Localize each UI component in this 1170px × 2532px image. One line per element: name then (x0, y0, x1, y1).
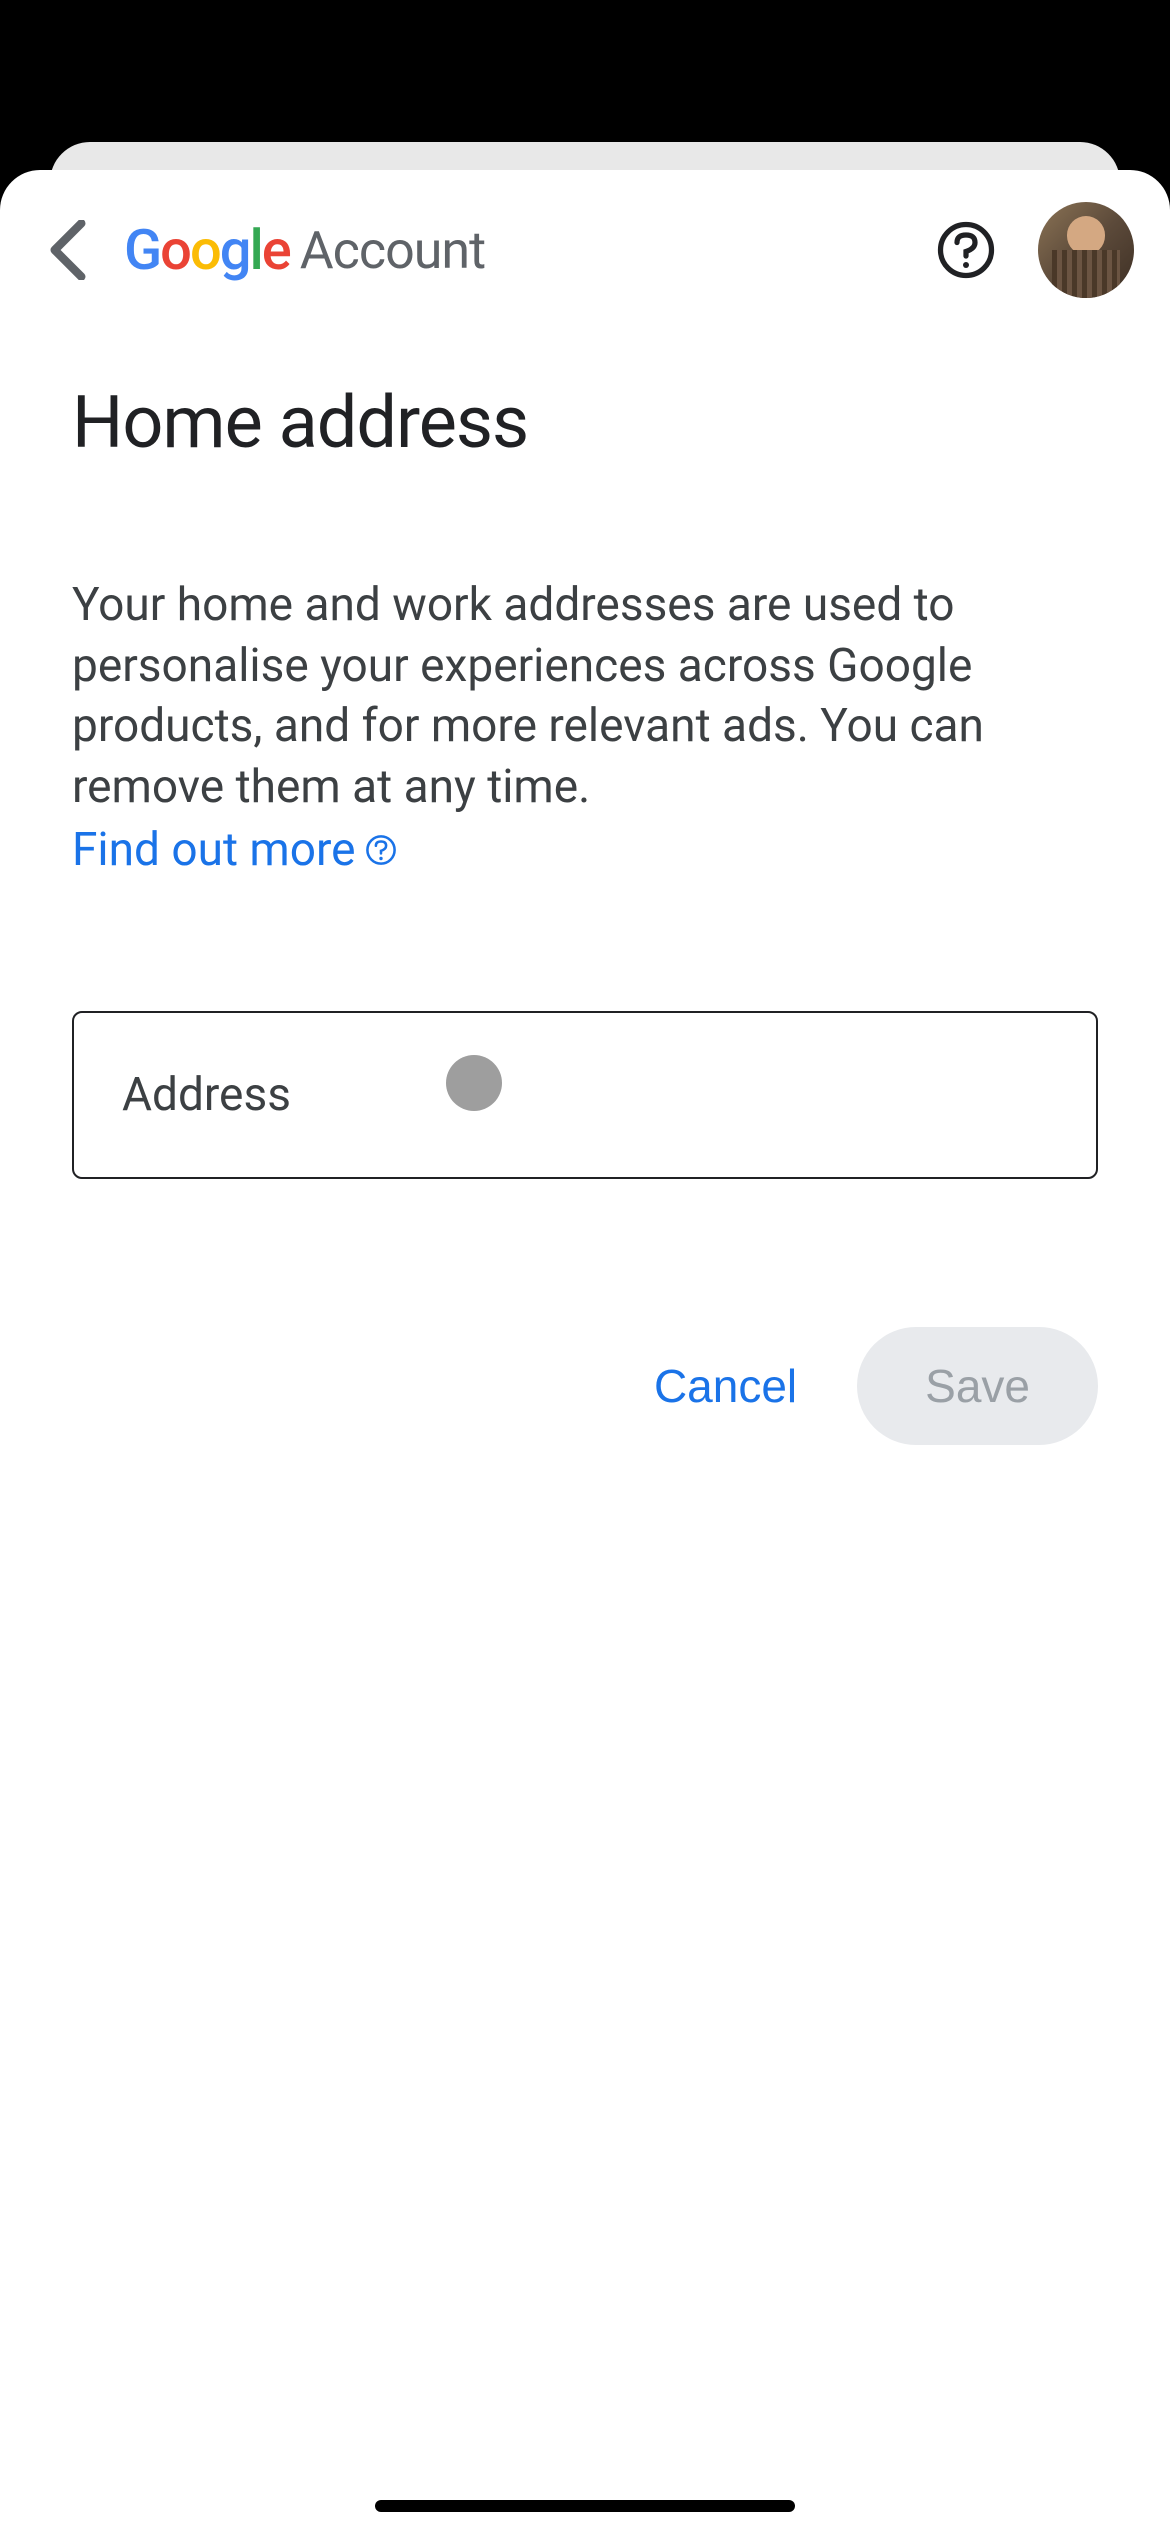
address-input-label: Address (122, 1068, 291, 1122)
account-label: Account (300, 220, 485, 281)
address-field-container: Address (72, 1011, 1098, 1179)
profile-avatar[interactable] (1038, 202, 1134, 298)
description-text: Your home and work addresses are used to… (72, 578, 984, 814)
help-circle-icon (936, 220, 996, 280)
learn-more-link[interactable]: Find out more (72, 820, 398, 881)
touch-indicator (446, 1055, 502, 1111)
help-button[interactable] (930, 214, 1002, 286)
save-button[interactable]: Save (857, 1327, 1098, 1445)
home-indicator[interactable] (375, 2500, 795, 2512)
address-input-box[interactable]: Address (72, 1011, 1098, 1179)
google-logo-text: Google (124, 217, 290, 283)
learn-more-text: Find out more (72, 820, 356, 881)
chevron-left-icon (48, 220, 88, 280)
back-button[interactable] (36, 218, 100, 282)
content-area: Home address Your home and work addresse… (0, 300, 1170, 1445)
action-buttons: Cancel Save (72, 1327, 1098, 1445)
help-circle-small-icon (364, 833, 398, 867)
google-account-logo: Google Account (124, 217, 485, 283)
header: Google Account (0, 170, 1170, 300)
main-sheet: Google Account Home address Your home an… (0, 170, 1170, 2532)
page-description: Your home and work addresses are used to… (72, 575, 1098, 881)
cancel-button[interactable]: Cancel (654, 1339, 797, 1433)
page-title: Home address (72, 380, 1098, 465)
